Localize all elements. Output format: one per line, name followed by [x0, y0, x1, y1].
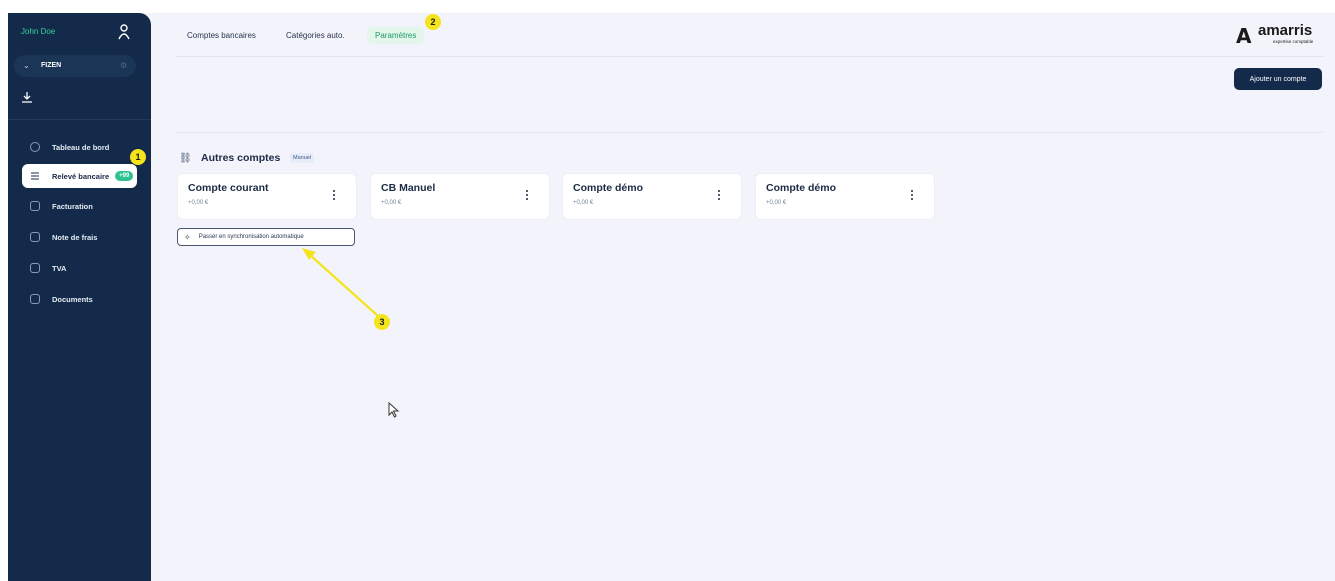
auto-sync-button[interactable]: ✧ Passer en synchronisation automatique	[177, 228, 355, 246]
content-area	[8, 13, 1335, 581]
account-card[interactable]: Compte démo +0,00 €	[562, 173, 742, 220]
sidebar-item-tva[interactable]: TVA	[22, 256, 137, 280]
download-icon[interactable]	[21, 91, 33, 103]
mouse-cursor-icon	[388, 402, 400, 418]
list-icon	[31, 172, 39, 180]
logo-mark: A	[1236, 24, 1252, 48]
sidebar-item-label: Facturation	[52, 201, 93, 211]
section-title: Autres comptes	[201, 152, 281, 164]
account-title: Compte courant	[188, 182, 269, 194]
sidebar-item-facturation[interactable]: Facturation	[22, 194, 137, 218]
auto-sync-label: Passer en synchronisation automatique	[198, 234, 304, 240]
document-icon	[30, 294, 40, 304]
link-off-icon: ⛓	[179, 153, 192, 164]
tab-categories-auto[interactable]: Catégories auto.	[286, 31, 345, 40]
sidebar-item-label: Note de frais	[52, 232, 98, 242]
sidebar-item-label: TVA	[52, 263, 67, 273]
tab-comptes-bancaires[interactable]: Comptes bancaires	[187, 31, 256, 40]
more-options-icon[interactable]	[910, 190, 914, 202]
account-card[interactable]: Compte démo +0,00 €	[755, 173, 935, 220]
user-name[interactable]: John Doe	[21, 27, 55, 36]
bag-icon	[30, 232, 40, 242]
account-title: CB Manuel	[381, 182, 436, 194]
account-card[interactable]: Compte courant +0,00 €	[177, 173, 357, 220]
sidebar-item-documents[interactable]: Documents	[22, 287, 137, 311]
account-title: Compte démo	[766, 182, 837, 194]
sidebar-item-label: Relevé bancaire	[52, 171, 110, 181]
sidebar-divider	[8, 119, 151, 120]
sidebar-item-label: Tableau de bord	[52, 142, 110, 152]
brand-logo: A amarris expertise comptable	[1236, 22, 1326, 48]
org-selector[interactable]: ⌄ FIZEN ⚙	[14, 55, 136, 77]
invoice-icon	[30, 201, 40, 211]
sidebar-item-note-de-frais[interactable]: Note de frais	[22, 225, 137, 249]
card-icon	[30, 263, 40, 273]
annotation-marker-2: 2	[425, 14, 441, 30]
sidebar-item-tableau-de-bord[interactable]: Tableau de bord	[22, 135, 137, 159]
account-balance: +0,00 €	[381, 200, 402, 206]
section-tag: Manuel	[290, 153, 315, 163]
section-divider	[176, 132, 1323, 133]
sparkle-icon: ✧	[184, 232, 191, 242]
add-account-button[interactable]: Ajouter un compte	[1234, 68, 1322, 90]
annotation-marker-3: 3	[374, 314, 390, 330]
logo-subtitle: expertise comptable	[1273, 39, 1314, 44]
tab-parametres[interactable]: Paramètres	[367, 27, 425, 44]
user-icon[interactable]	[118, 24, 130, 40]
account-balance: +0,00 €	[766, 200, 787, 206]
account-card[interactable]: CB Manuel +0,00 €	[370, 173, 550, 220]
logo-word: amarris	[1258, 22, 1313, 39]
dashboard-icon	[30, 142, 40, 152]
org-name: FIZEN	[41, 62, 62, 69]
account-balance: +0,00 €	[188, 200, 209, 206]
more-options-icon[interactable]	[332, 190, 336, 202]
header-divider	[176, 56, 1323, 57]
sidebar-item-label: Documents	[52, 294, 93, 304]
chevron-down-icon: ⌄	[23, 61, 30, 70]
more-options-icon[interactable]	[717, 190, 721, 202]
sidebar-item-releve-bancaire[interactable]: Relevé bancaire +99	[22, 164, 137, 188]
more-options-icon[interactable]	[525, 190, 529, 202]
annotation-marker-1: 1	[130, 149, 146, 165]
count-badge: +99	[115, 171, 134, 181]
account-title: Compte démo	[573, 182, 644, 194]
gear-icon[interactable]: ⚙	[120, 61, 127, 70]
account-balance: +0,00 €	[573, 200, 594, 206]
